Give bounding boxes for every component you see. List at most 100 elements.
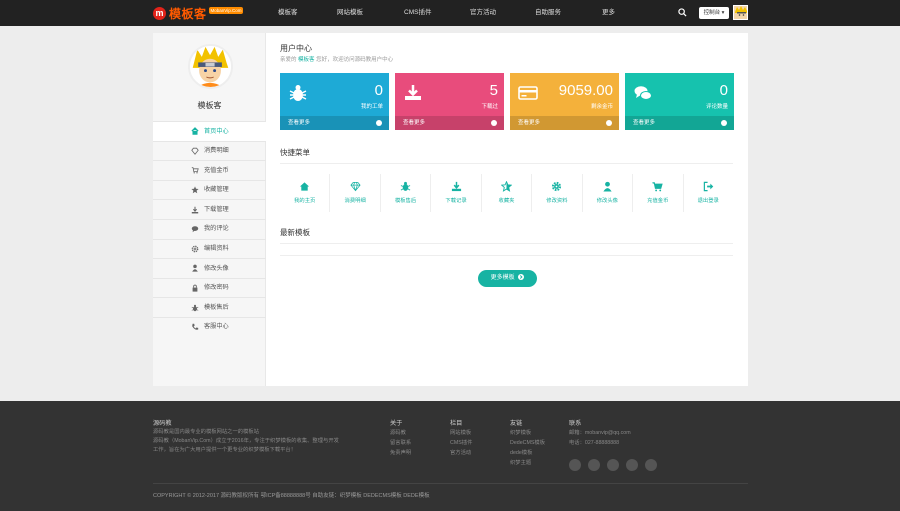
footer-link[interactable]: 官方活动	[450, 448, 472, 458]
sidebar-item-label: 客服中心	[204, 323, 229, 331]
stat-card-coins[interactable]: 9059.00 剩余金币 查看更多	[510, 73, 619, 130]
download-icon	[191, 206, 199, 214]
top-navbar: m 模板客 MobanVip.Com 模板客 网站模板 CMS插件 官方活动 自…	[0, 0, 900, 26]
footer-col3-title: 友链	[510, 420, 523, 427]
footer: 源码教 源码教是国内最专业的模板网站之一的模板站 源码教（MobanVip.Co…	[0, 401, 900, 511]
download-icon	[451, 181, 461, 192]
quick-item-home[interactable]: 我的主页	[280, 174, 331, 212]
tencent-weibo-icon[interactable]	[588, 459, 600, 471]
footer-about-line: 源码教是国内最专业的模板网站之一的模板站	[153, 429, 259, 435]
footer-col2: 网站模板 CMS插件 官方活动	[450, 428, 472, 458]
sidebar-item-label: 模板售后	[204, 303, 229, 311]
stat-label: 剩余金币	[590, 104, 613, 110]
more-templates-button[interactable]: 更多模板	[478, 270, 537, 287]
stat-value: 5	[489, 82, 498, 99]
diamond-icon	[191, 147, 199, 155]
sidebar-item-avatar[interactable]: 修改头像	[153, 258, 266, 278]
stat-more-link[interactable]: 查看更多	[510, 116, 619, 130]
stat-more-link[interactable]: 查看更多	[280, 116, 389, 130]
sidebar-menu: 首页中心 消费明细 充值金币 收藏管理 下载管理 我的评论 编辑资料 修改头像 …	[153, 121, 266, 337]
nav-item-templates[interactable]: 网站模板	[337, 0, 363, 26]
sidebar-item-downloads[interactable]: 下载管理	[153, 199, 266, 219]
page-title: 用户中心	[280, 44, 312, 53]
user-avatar-small[interactable]	[733, 5, 748, 20]
user-avatar[interactable]	[188, 44, 233, 89]
sidebar-item-label: 收藏管理	[204, 186, 229, 194]
stat-more-link[interactable]: 查看更多	[625, 116, 734, 130]
sidebar-item-favorites[interactable]: 收藏管理	[153, 179, 266, 200]
sidebar-item-edit-profile[interactable]: 编辑资料	[153, 238, 266, 259]
footer-link[interactable]: 免责声明	[390, 448, 411, 458]
welcome-suffix: 您好，欢迎访问源码教用户中心	[316, 57, 394, 63]
quick-item-label: 消费明细	[344, 198, 366, 204]
quick-item-edit-profile[interactable]: 修改资料	[532, 174, 583, 212]
logo[interactable]: m 模板客 MobanVip.Com	[153, 4, 244, 22]
arrow-circle-right-icon	[518, 273, 525, 280]
logo-mark: m	[153, 6, 166, 20]
footer-link[interactable]: DedeCMS模板	[510, 438, 545, 448]
sidebar-item-recharge[interactable]: 充值金币	[153, 160, 266, 180]
welcome-username-link[interactable]: 模板客	[298, 57, 315, 63]
footer-link[interactable]: dede模板	[510, 448, 545, 458]
quick-menu: 我的主页 消费明细 模板售后 下载记录 收藏夹 修改资料 修改头像 充值金币 退…	[280, 174, 733, 212]
sidebar-username: 模板客	[197, 101, 222, 110]
quick-item-label: 收藏夹	[498, 198, 515, 204]
logo-badge: MobanVip.Com	[208, 6, 244, 14]
footer-phone: 电话：027-88888888	[569, 440, 620, 446]
search-icon[interactable]	[678, 8, 687, 17]
footer-link[interactable]: CMS插件	[450, 438, 472, 448]
latest-templates-title: 最新模板	[280, 228, 310, 237]
sidebar-item-label: 下载管理	[204, 205, 229, 213]
footer-link[interactable]: 源码教	[390, 428, 411, 438]
footer-link[interactable]: 织梦模板	[510, 428, 545, 438]
quick-item-after-sales[interactable]: 模板售后	[381, 174, 432, 212]
bug-icon	[400, 181, 411, 191]
nav-item-events[interactable]: 官方活动	[470, 0, 496, 26]
footer-about-line: 源码教（MobanVip.Com）成立于2016年，专注于织梦模板的收集、整理与…	[153, 438, 339, 444]
divider	[280, 255, 733, 256]
quick-item-recharge[interactable]: 充值金币	[633, 174, 684, 212]
sidebar-item-label: 消费明细	[204, 147, 229, 155]
footer-link[interactable]: 织梦主题	[510, 458, 545, 468]
footer-link[interactable]: 网站模板	[450, 428, 472, 438]
quick-item-avatar[interactable]: 修改头像	[583, 174, 634, 212]
rss-icon[interactable]	[626, 459, 638, 471]
stat-more-link[interactable]: 查看更多	[395, 116, 504, 130]
quick-item-favorites[interactable]: 收藏夹	[482, 174, 533, 212]
footer-col2-title: 栏目	[450, 420, 463, 427]
wechat-icon[interactable]	[645, 459, 657, 471]
qq-icon[interactable]	[607, 459, 619, 471]
welcome-prefix: 亲爱的	[280, 57, 297, 63]
gear-icon	[191, 245, 199, 253]
divider	[280, 163, 733, 164]
weibo-icon[interactable]	[569, 459, 581, 471]
logout-icon	[703, 181, 713, 192]
sidebar-item-comments[interactable]: 我的评论	[153, 218, 266, 239]
sidebar-item-after-sales[interactable]: 模板售后	[153, 297, 266, 317]
sidebar-item-label: 首页中心	[204, 127, 229, 135]
footer-about-line: 工作，旨在为广大用户提供一个更专业的织梦模板下载平台！	[153, 447, 297, 453]
arrow-circle-icon	[606, 120, 612, 126]
stat-more-label: 查看更多	[518, 120, 541, 126]
nav-item-more[interactable]: 更多	[602, 0, 615, 26]
sidebar-item-consumption[interactable]: 消费明细	[153, 140, 266, 161]
home-icon	[300, 182, 310, 191]
nav-item-self-service[interactable]: 自助服务	[535, 0, 561, 26]
stat-card-comments[interactable]: 0 评论数量 查看更多	[625, 73, 734, 130]
quick-item-downloads[interactable]: 下载记录	[431, 174, 482, 212]
arrow-circle-icon	[491, 120, 497, 126]
nav-item-cms-plugins[interactable]: CMS插件	[404, 0, 431, 26]
sidebar-item-support[interactable]: 客服中心	[153, 316, 266, 337]
quick-item-consumption[interactable]: 消费明细	[330, 174, 381, 212]
quick-item-label: 我的主页	[294, 198, 316, 204]
stat-card-downloads[interactable]: 5 下载过 查看更多	[395, 73, 504, 130]
stat-card-tickets[interactable]: 0 我的工单 查看更多	[280, 73, 389, 130]
sidebar-item-password[interactable]: 修改密码	[153, 277, 266, 298]
stat-label: 下载过	[481, 104, 498, 110]
user-icon	[192, 265, 198, 273]
sidebar-item-home[interactable]: 首页中心	[153, 121, 266, 141]
quick-item-logout[interactable]: 退出登录	[684, 174, 733, 212]
nav-item-home[interactable]: 模板客	[278, 0, 298, 26]
console-dropdown[interactable]: 控制台 ▾	[699, 7, 729, 19]
footer-link[interactable]: 留言联系	[390, 438, 411, 448]
